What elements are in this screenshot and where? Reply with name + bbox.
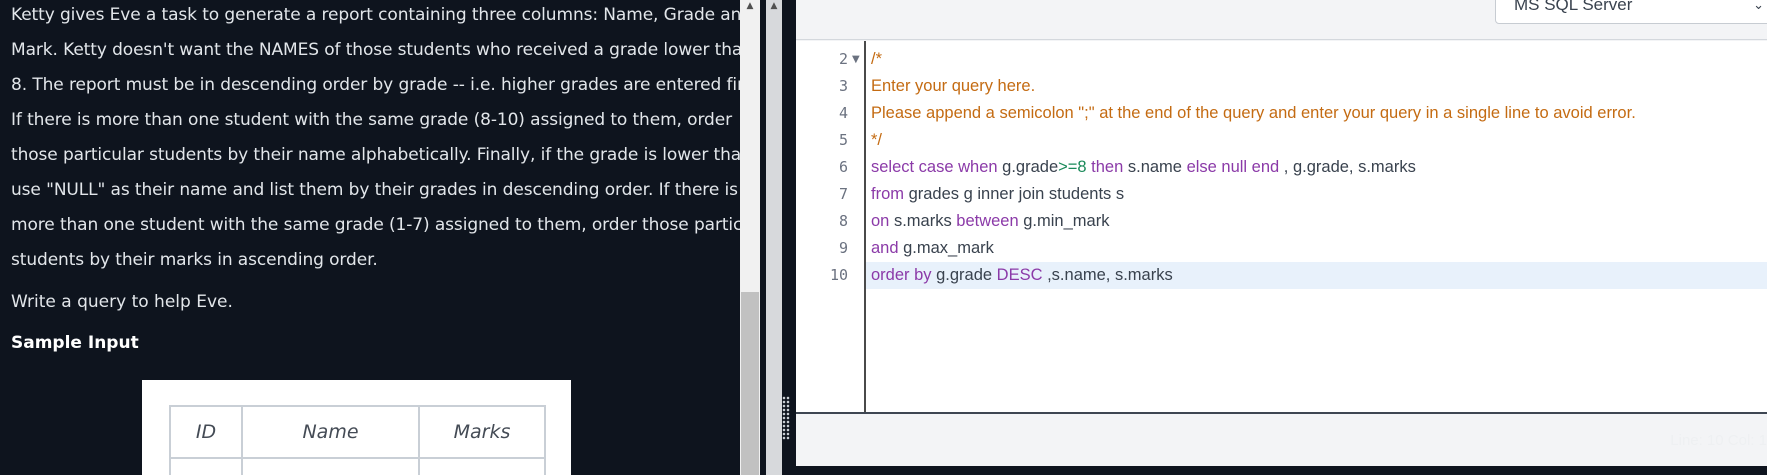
code-editor-panel: MS SQL Server ⌄ 2 ▼ /* 3 Enter your query he… [796, 0, 1767, 466]
code-token: from [871, 185, 904, 203]
problem-line: If there is more than one student with t… [11, 110, 732, 130]
code-token: >=8 [1058, 158, 1087, 176]
code-token: order by [871, 266, 932, 284]
code-text: select case when g.grade>=8 then s.name … [871, 154, 1416, 181]
line-number: 3 [838, 77, 848, 95]
scroll-up-icon[interactable]: ▲ [766, 0, 782, 12]
cursor-position: Line: 10 Col: 1 [1670, 432, 1767, 449]
code-line[interactable]: 8 on s.marks between g.min_mark [796, 208, 1767, 235]
splitter-scrollbar[interactable] [766, 0, 782, 475]
line-number: 2 [838, 50, 848, 68]
table-cell [418, 457, 546, 475]
problem-paragraph: Ketty gives Eve a task to generate a rep… [11, 0, 740, 278]
code-token: */ [871, 131, 883, 149]
code-text: on s.marks between g.min_mark [871, 208, 1109, 235]
line-number: 4 [838, 104, 848, 122]
code-token: else null end [1186, 158, 1280, 176]
code-token: grades g inner join students s [904, 185, 1125, 203]
code-token: on [871, 212, 890, 230]
code-text: and g.max_mark [871, 235, 994, 262]
table-cell [241, 457, 420, 475]
code-token: DESC [996, 266, 1043, 284]
code-line[interactable]: 3 Enter your query here. [796, 73, 1767, 100]
code-text: from grades g inner join students s [871, 181, 1124, 208]
language-select[interactable]: MS SQL Server ⌄ [1495, 0, 1767, 24]
table-row [169, 457, 546, 475]
code-token: select case when [871, 158, 998, 176]
code-text: /* [871, 46, 882, 73]
bottom-border [796, 466, 1767, 475]
table-cell [169, 457, 243, 475]
code-token: g.grade [997, 158, 1059, 176]
code-token: Enter your query here. [871, 77, 1036, 95]
problem-line: 8. The report must be in descending orde… [11, 75, 740, 95]
code-line[interactable]: 5 */ [796, 127, 1767, 154]
code-token: g.max_mark [898, 239, 994, 257]
editor-toolbar: MS SQL Server ⌄ [796, 0, 1767, 40]
problem-instruction: Write a query to help Eve. [11, 292, 233, 312]
panel-splitter: ▲ [760, 0, 796, 475]
chevron-down-icon: ⌄ [1753, 0, 1764, 12]
code-line[interactable]: 2 ▼ /* [796, 46, 1767, 73]
line-number: 10 [829, 266, 848, 284]
code-token: g.min_mark [1018, 212, 1110, 230]
code-token: Please append a semicolon ";" at the end… [871, 104, 1636, 122]
line-number: 9 [838, 239, 848, 257]
problem-line: use "NULL" as their name and list them b… [11, 180, 738, 200]
code-token: then [1086, 158, 1124, 176]
code-token: s.name [1123, 158, 1187, 176]
sample-input-table: ID Name Marks [169, 405, 546, 475]
code-token: , g.grade, s.marks [1279, 158, 1416, 176]
code-token: g.grade [931, 266, 997, 284]
scroll-up-icon[interactable]: ▲ [744, 0, 756, 12]
column-header-marks: Marks [418, 405, 546, 459]
table-header-row: ID Name Marks [169, 405, 546, 459]
code-line[interactable]: 7 from grades g inner join students s [796, 181, 1767, 208]
column-header-name: Name [241, 405, 420, 459]
code-token: and [871, 239, 899, 257]
resize-handle-icon[interactable] [782, 396, 790, 440]
problem-line: students by their marks in ascending ord… [11, 250, 378, 270]
language-select-value: MS SQL Server [1514, 0, 1633, 14]
line-number: 8 [838, 212, 848, 230]
code-line[interactable]: 9 and g.max_mark [796, 235, 1767, 262]
code-text: */ [871, 127, 882, 154]
problem-line: more than one student with the same grad… [11, 215, 740, 235]
code-line[interactable]: 10 order by g.grade DESC ,s.name, s.marks [830, 262, 1767, 289]
code-token: between [956, 212, 1019, 230]
sample-input-heading: Sample Input [11, 333, 139, 353]
line-number: 5 [838, 131, 848, 149]
problem-line: Ketty gives Eve a task to generate a rep… [11, 5, 740, 25]
code-token: ,s.name, s.marks [1042, 266, 1173, 284]
fold-arrow-icon[interactable]: ▼ [852, 46, 860, 73]
code-editor[interactable]: 2 ▼ /* 3 Enter your query here. 4 Please appen… [796, 41, 1767, 412]
code-line[interactable]: 6 select case when g.grade>=8 then s.nam… [796, 154, 1767, 181]
problem-scrollbar[interactable]: ▲ [740, 0, 760, 475]
code-text: Enter your query here. [871, 73, 1035, 100]
code-token: /* [871, 50, 883, 68]
sample-input-image: ID Name Marks [142, 380, 571, 475]
column-header-id: ID [169, 405, 243, 459]
problem-panel: Ketty gives Eve a task to generate a rep… [0, 0, 740, 475]
code-text: order by g.grade DESC ,s.name, s.marks [871, 262, 1173, 289]
line-number: 6 [838, 158, 848, 176]
code-line[interactable]: 4 Please append a semicolon ";" at the en… [796, 100, 1767, 127]
problem-line: Mark. Ketty doesn't want the NAMES of th… [11, 40, 740, 60]
code-text: Please append a semicolon ";" at the end… [871, 100, 1636, 127]
problem-line: those particular students by their name … [11, 145, 740, 165]
scrollbar-thumb[interactable] [741, 292, 759, 475]
code-token: s.marks [889, 212, 957, 230]
editor-statusbar: Line: 10 Col: 1 [796, 412, 1767, 466]
line-number: 7 [838, 185, 848, 203]
